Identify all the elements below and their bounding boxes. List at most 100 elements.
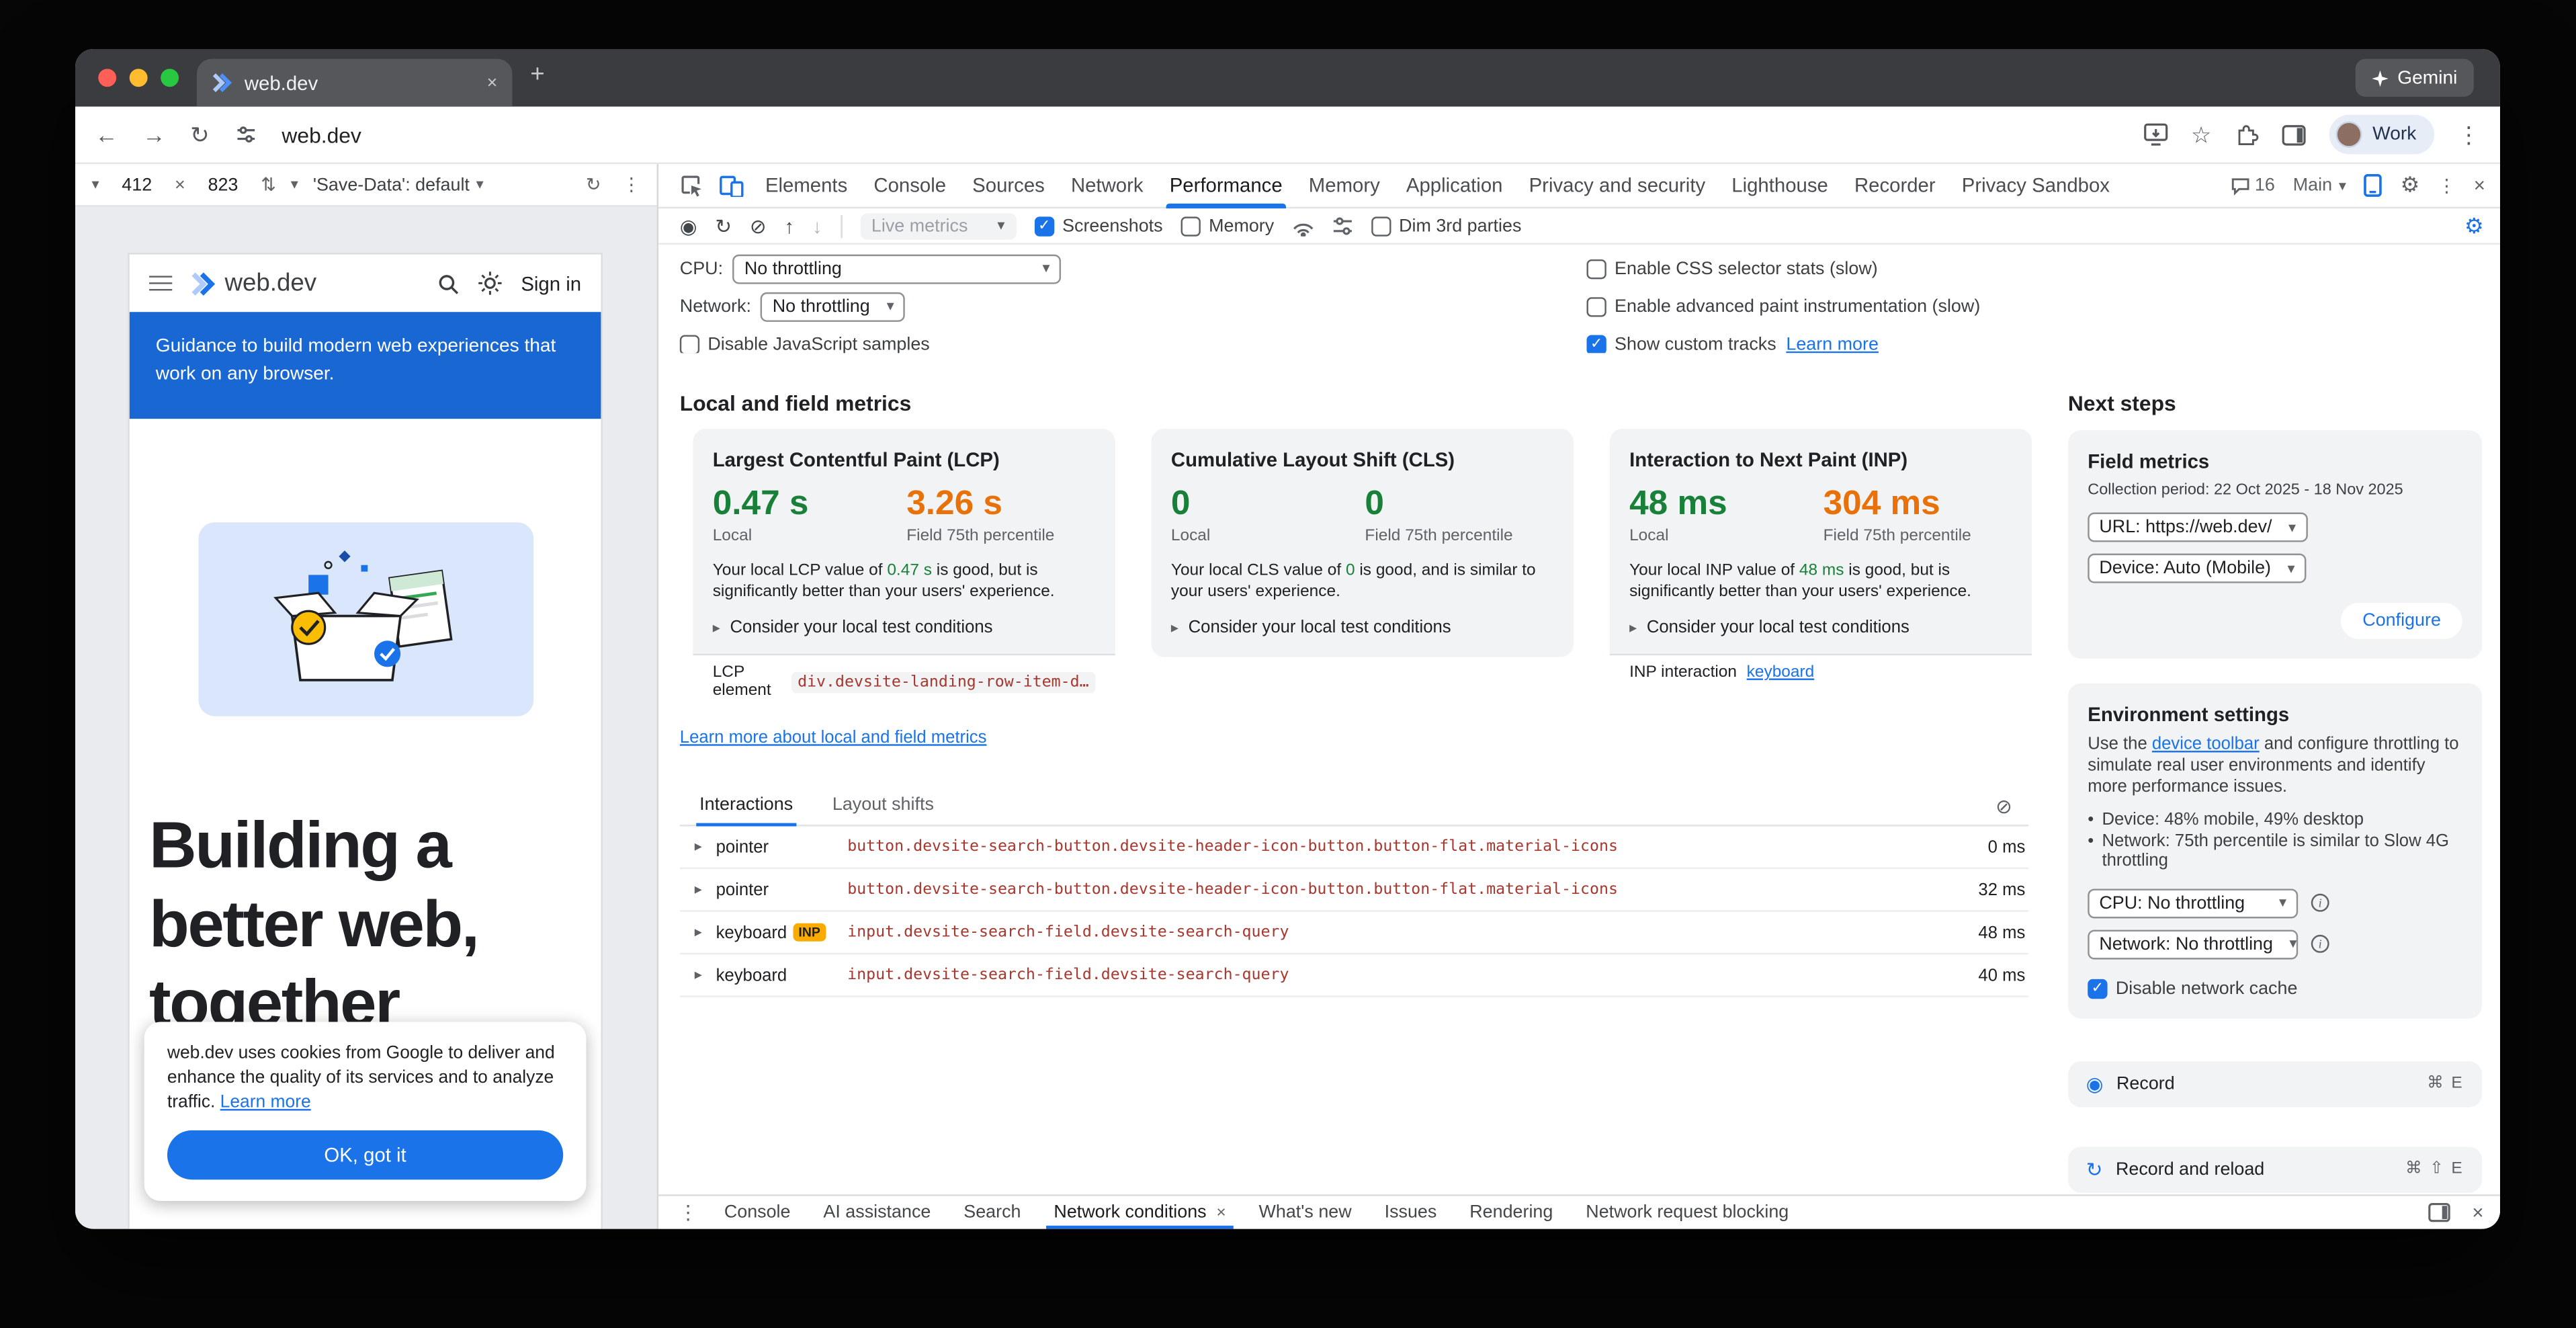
device-toolbar-menu-icon[interactable]: ⋮ [622, 174, 640, 196]
webdev-logo[interactable]: web.dev [190, 269, 316, 298]
tab-memory[interactable]: Memory [1295, 163, 1393, 208]
profile-chip[interactable]: Work [2330, 115, 2435, 155]
tab-application[interactable]: Application [1393, 163, 1516, 208]
cpu-info-icon[interactable]: i [2311, 894, 2329, 912]
configure-button[interactable]: Configure [2342, 603, 2462, 639]
throttling-select[interactable]: 'Save-Data': default ▾ [313, 175, 484, 194]
lcp-element-link[interactable]: div.devsite-landing-row-item-d… [791, 671, 1095, 692]
search-icon[interactable] [437, 272, 460, 294]
interaction-target-link[interactable]: input.devsite-search-field.devsite-searc… [847, 966, 1940, 984]
drawer-tab-rendering[interactable]: Rendering [1453, 1196, 1570, 1229]
viewport-width-input[interactable] [114, 175, 160, 194]
theme-toggle-icon[interactable] [478, 271, 503, 296]
close-drawer-icon[interactable]: × [2472, 1201, 2483, 1224]
drawer-tab-issues[interactable]: Issues [1368, 1196, 1453, 1229]
clear-interactions-icon[interactable]: ⊘ [1995, 795, 2012, 825]
back-icon[interactable]: ← [95, 122, 118, 148]
device-select-icon[interactable]: ▾ [91, 175, 99, 194]
inspect-element-icon[interactable] [680, 174, 703, 197]
minimize-window-button[interactable] [130, 69, 148, 87]
drawer-tab-whats-new[interactable]: What's new [1242, 1196, 1368, 1229]
dim-3rd-parties-checkbox[interactable]: Dim 3rd parties [1371, 216, 1521, 235]
env-network-select[interactable]: Network: No throttling ▾ [2088, 929, 2298, 958]
device-toolbar-link[interactable]: device toolbar [2152, 735, 2260, 754]
devtools-menu-icon[interactable]: ⋮ [2438, 175, 2456, 196]
close-drawer-tab-icon[interactable]: × [1216, 1204, 1226, 1222]
field-url-select[interactable]: URL: https://web.dev/ ▾ [2088, 513, 2307, 542]
viewport-height-input[interactable] [200, 175, 246, 194]
tab-privacy-and-security[interactable]: Privacy and security [1516, 163, 1719, 208]
disable-network-cache-checkbox[interactable]: ✓ Disable network cache [2088, 979, 2462, 998]
lcp-consider-toggle[interactable]: ▸ Consider your local test conditions [713, 618, 1096, 637]
address-url[interactable]: web.dev [282, 122, 361, 147]
record-and-reload-icon[interactable]: ↻ [715, 214, 732, 237]
capture-settings-gear-icon[interactable]: ⚙ [2464, 212, 2484, 239]
site-settings-icon[interactable] [234, 123, 257, 146]
interaction-row[interactable]: ▸ keyboard input.devsite-search-field.de… [680, 954, 2028, 997]
zoom-window-button[interactable] [161, 69, 179, 87]
gemini-button[interactable]: Gemini [2355, 59, 2474, 97]
install-icon[interactable] [2143, 123, 2168, 146]
execution-context-select[interactable]: Main ▾ [2293, 175, 2346, 195]
drawer-menu-icon[interactable]: ⋮ [678, 1201, 697, 1224]
paint-instrumentation-checkbox[interactable]: Enable advanced paint instrumentation (s… [1586, 296, 1980, 316]
device-badge-icon[interactable] [2364, 174, 2382, 197]
settings-gear-icon[interactable]: ⚙ [2401, 172, 2420, 198]
interaction-row[interactable]: ▸ keyboardINP input.devsite-search-field… [680, 912, 2028, 955]
close-devtools-icon[interactable]: × [2474, 174, 2485, 197]
drawer-tab-ai-assistance[interactable]: AI assistance [807, 1196, 947, 1229]
zoom-select-icon[interactable]: ▾ [291, 175, 298, 194]
tab-recorder[interactable]: Recorder [1841, 163, 1948, 208]
expand-caret-icon[interactable]: ▸ [695, 966, 716, 984]
record-button[interactable]: ◉ Record ⌘ E [2068, 1061, 2482, 1106]
interaction-row[interactable]: ▸ pointer button.devsite-search-button.d… [680, 827, 2028, 870]
interaction-target-link[interactable]: button.devsite-search-button.devsite-hea… [847, 880, 1940, 899]
tab-network[interactable]: Network [1058, 163, 1156, 208]
inp-keyboard-link[interactable]: keyboard [1747, 663, 1815, 681]
tab-layout-shifts[interactable]: Layout shifts [832, 795, 934, 825]
custom-tracks-learn-more-link[interactable]: Learn more [1786, 334, 1879, 354]
expand-caret-icon[interactable]: ▸ [695, 838, 716, 856]
bookmark-star-icon[interactable]: ☆ [2191, 120, 2212, 149]
tab-close-icon[interactable]: × [487, 73, 498, 92]
tab-sources[interactable]: Sources [959, 163, 1058, 208]
menu-icon[interactable] [149, 271, 172, 296]
tab-privacy-sandbox[interactable]: Privacy Sandbox [1948, 163, 2122, 208]
css-selector-stats-checkbox[interactable]: Enable CSS selector stats (slow) [1586, 259, 1877, 278]
network-info-icon[interactable]: i [2311, 935, 2329, 953]
expand-caret-icon[interactable]: ▸ [695, 880, 716, 899]
tab-console[interactable]: Console [861, 163, 959, 208]
clear-icon[interactable]: ⊘ [750, 214, 767, 237]
tab-elements[interactable]: Elements [752, 163, 860, 208]
cpu-throttling-select[interactable]: No throttling ▾ [733, 253, 1062, 283]
side-panel-icon[interactable] [2282, 124, 2307, 145]
sign-in-link[interactable]: Sign in [521, 272, 581, 294]
metrics-learn-more-link[interactable]: Learn more about local and field metrics [680, 728, 987, 747]
history-select[interactable]: Live metrics ▾ [860, 212, 1017, 239]
device-toolbar-toggle-icon[interactable] [719, 174, 744, 197]
drawer-tab-network-conditions[interactable]: Network conditions× [1037, 1196, 1242, 1229]
record-and-reload-button[interactable]: ↻ Record and reload ⌘ ⇧ E [2068, 1146, 2482, 1192]
record-icon[interactable]: ◉ [680, 214, 697, 237]
tab-interactions[interactable]: Interactions [699, 795, 793, 825]
load-profile-icon[interactable]: ↑ [784, 214, 794, 237]
interaction-row[interactable]: ▸ pointer button.devsite-search-button.d… [680, 869, 2028, 912]
expand-caret-icon[interactable]: ▸ [695, 923, 716, 942]
drawer-tab-console[interactable]: Console [707, 1196, 807, 1229]
cls-consider-toggle[interactable]: ▸ Consider your local test conditions [1171, 618, 1554, 637]
memory-checkbox[interactable]: Memory [1181, 216, 1275, 235]
drawer-tab-network-request-blocking[interactable]: Network request blocking [1570, 1196, 1805, 1229]
dock-side-icon[interactable] [2428, 1202, 2450, 1222]
network-throttling-select[interactable]: No throttling ▾ [761, 292, 906, 321]
env-cpu-select[interactable]: CPU: No throttling ▾ [2088, 888, 2298, 917]
rotate-device-icon[interactable]: ↻ [586, 174, 601, 196]
new-tab-button[interactable]: + [530, 60, 544, 89]
tab-lighthouse[interactable]: Lighthouse [1719, 163, 1842, 208]
field-device-select[interactable]: Device: Auto (Mobile) ▾ [2088, 554, 2306, 583]
cookie-learn-more-link[interactable]: Learn more [220, 1093, 311, 1112]
inp-consider-toggle[interactable]: ▸ Consider your local test conditions [1629, 618, 2012, 637]
browser-tab[interactable]: web.dev × [197, 59, 512, 107]
cpu-throttle-icon[interactable] [1332, 216, 1353, 235]
interaction-target-link[interactable]: input.devsite-search-field.devsite-searc… [847, 923, 1940, 942]
interaction-target-link[interactable]: button.devsite-search-button.devsite-hea… [847, 838, 1940, 856]
